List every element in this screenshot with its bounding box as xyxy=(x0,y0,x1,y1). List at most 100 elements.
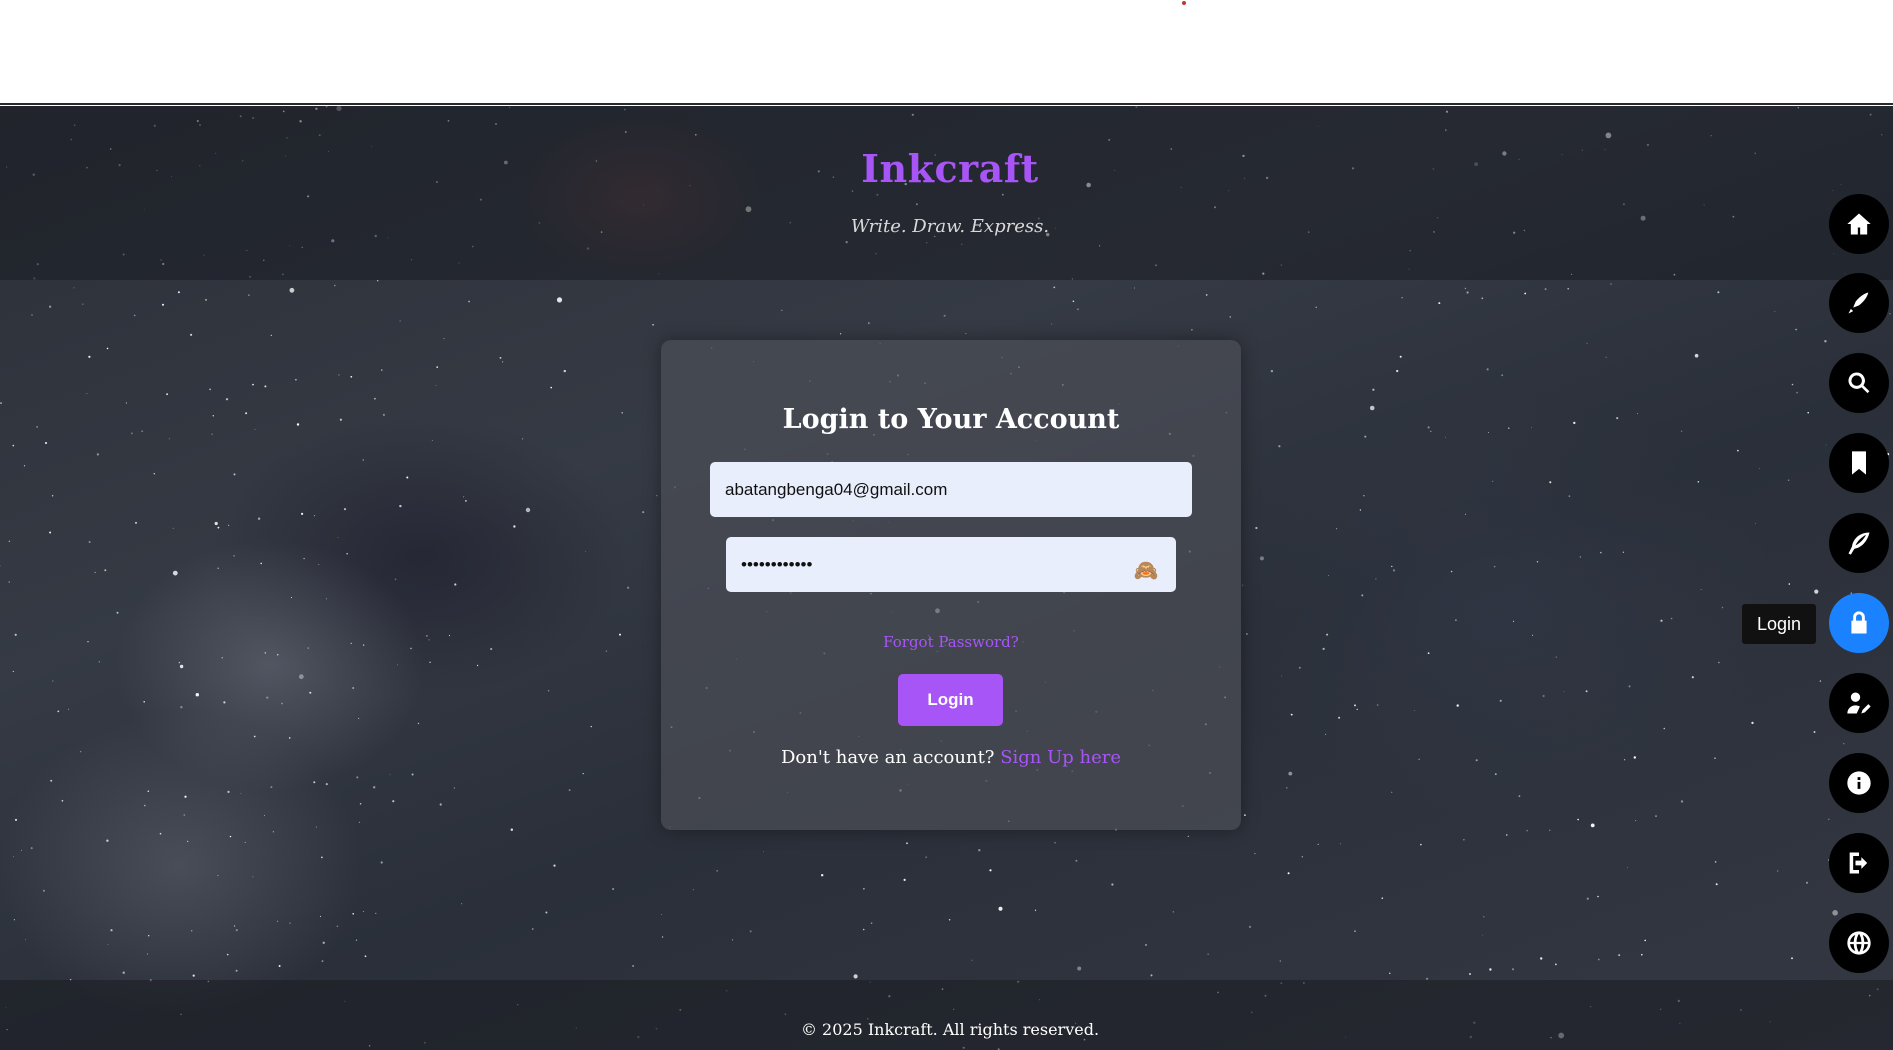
star xyxy=(315,826,317,828)
show-password-toggle-icon[interactable]: 🙈 xyxy=(1133,558,1159,584)
star xyxy=(1420,843,1422,846)
star xyxy=(463,496,465,498)
star xyxy=(144,804,146,807)
star xyxy=(1526,829,1528,832)
forgot-password-link[interactable]: Forgot Password? xyxy=(661,633,1241,651)
star xyxy=(435,385,437,386)
star xyxy=(359,803,362,805)
star xyxy=(214,521,218,526)
nav-about-button[interactable] xyxy=(1829,753,1889,813)
star xyxy=(1456,704,1459,707)
star xyxy=(321,960,324,962)
star xyxy=(51,495,54,497)
star xyxy=(550,386,552,389)
star xyxy=(52,680,54,682)
star xyxy=(1287,872,1290,875)
nav-language-button[interactable] xyxy=(1829,913,1889,973)
star xyxy=(291,597,292,598)
star xyxy=(862,928,865,931)
star xyxy=(532,928,534,930)
nav-feather-button[interactable] xyxy=(1829,513,1889,573)
nav-search-button[interactable] xyxy=(1829,353,1889,413)
star xyxy=(510,828,513,831)
star xyxy=(172,570,178,576)
site-title[interactable]: Inkcraft xyxy=(0,146,1893,191)
star xyxy=(1172,911,1174,913)
star xyxy=(1145,944,1147,946)
star xyxy=(264,385,267,388)
star xyxy=(1322,647,1325,651)
star xyxy=(191,930,193,932)
star xyxy=(627,586,630,589)
star xyxy=(153,473,155,475)
star xyxy=(1819,680,1822,682)
star xyxy=(8,540,11,542)
star xyxy=(749,930,752,933)
email-field[interactable] xyxy=(710,462,1192,517)
signup-prompt: Don't have an account? Sign Up here xyxy=(661,747,1241,768)
globe-icon xyxy=(1847,931,1871,955)
star xyxy=(1427,652,1430,655)
star xyxy=(1787,479,1790,482)
star xyxy=(321,856,323,859)
star xyxy=(1506,834,1508,836)
star xyxy=(1364,435,1367,438)
star xyxy=(502,361,504,363)
star xyxy=(1389,972,1391,974)
star xyxy=(314,515,315,517)
nav-signup-button[interactable] xyxy=(1829,673,1889,733)
star xyxy=(1700,589,1702,590)
star xyxy=(227,790,230,794)
star xyxy=(288,737,291,739)
star xyxy=(1281,675,1283,677)
star xyxy=(235,929,238,932)
star xyxy=(374,397,376,400)
star xyxy=(1401,297,1403,299)
star xyxy=(1354,704,1356,707)
star xyxy=(1338,716,1341,719)
nav-logout-button[interactable] xyxy=(1829,833,1889,893)
star xyxy=(337,537,339,539)
star xyxy=(1205,294,1208,296)
star xyxy=(186,840,189,843)
star xyxy=(612,888,615,890)
star xyxy=(240,793,242,795)
star xyxy=(448,634,451,637)
star xyxy=(397,664,398,666)
star xyxy=(1828,818,1830,820)
star xyxy=(1363,495,1365,497)
browser-top-area xyxy=(0,0,1893,105)
star xyxy=(1618,954,1621,957)
star xyxy=(971,959,973,961)
star xyxy=(221,656,224,659)
star xyxy=(244,841,246,843)
star xyxy=(1680,800,1684,803)
star xyxy=(436,366,439,368)
star xyxy=(223,701,226,704)
nav-write-button[interactable] xyxy=(1829,273,1889,333)
star xyxy=(1542,694,1545,698)
star xyxy=(1414,710,1416,711)
star xyxy=(553,864,556,867)
copyright-text: © 2025 Inkcraft. All rights reserved. xyxy=(800,1020,1100,1039)
star xyxy=(716,870,718,872)
star xyxy=(1573,421,1576,425)
nav-home-button[interactable] xyxy=(1829,194,1889,254)
star xyxy=(30,847,33,850)
nav-bookmarks-button[interactable] xyxy=(1829,433,1889,493)
signup-link[interactable]: Sign Up here xyxy=(1000,747,1121,768)
star xyxy=(272,831,274,833)
star xyxy=(1392,569,1396,572)
login-button[interactable]: Login xyxy=(898,674,1003,726)
star xyxy=(12,670,14,673)
search-icon xyxy=(1848,372,1870,394)
star xyxy=(1150,974,1153,977)
star xyxy=(235,969,238,972)
star xyxy=(1635,820,1637,822)
star xyxy=(166,393,169,396)
star xyxy=(212,415,214,417)
star xyxy=(358,821,360,823)
star xyxy=(1482,934,1483,936)
nav-login-button[interactable] xyxy=(1829,593,1889,653)
password-field[interactable] xyxy=(726,537,1176,592)
